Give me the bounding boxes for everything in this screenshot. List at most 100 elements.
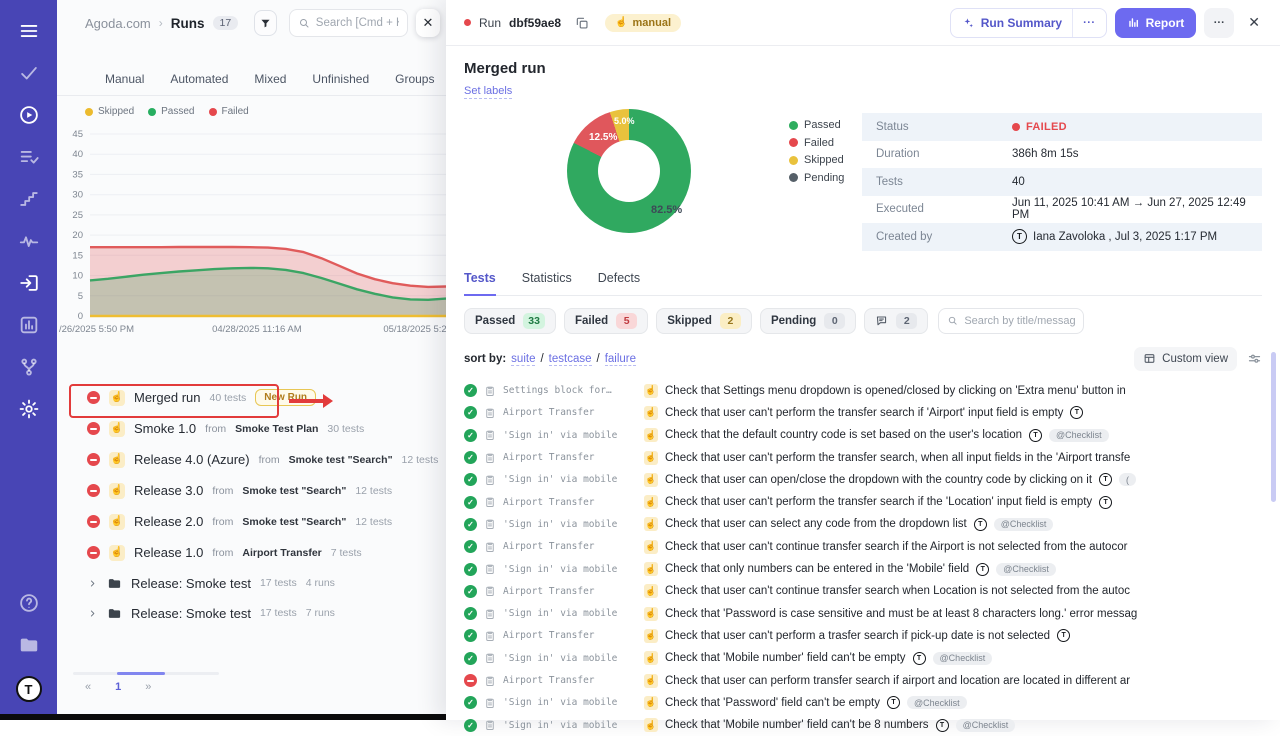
shared-steps-icon[interactable] [18,146,40,168]
manual-badge: ☝ manual [605,14,681,32]
settings-icon[interactable] [18,398,40,420]
page-current[interactable]: 1 [115,681,121,693]
tab-statistics[interactable]: Statistics [522,271,572,295]
horizontal-scrollbar[interactable] [73,672,219,675]
test-row[interactable]: ✓'Sign in' via mobile☝Check that 'Mobile… [464,714,1262,736]
run-group-row[interactable]: Release: Smoke test17 tests7 runs [57,598,446,628]
sort-link-suite[interactable]: suite [511,353,535,366]
breadcrumb-separator: › [159,16,163,30]
run-row[interactable]: ☝Release 1.0fromAirport Transfer7 tests [57,537,446,568]
user-avatar[interactable]: T [16,676,42,702]
test-row[interactable]: ✓Airport Transfer☝Check that user can't … [464,446,1262,468]
test-row[interactable]: ✓'Sign in' via mobile☝Check that 'Passwo… [464,692,1262,714]
runs-icon[interactable] [18,104,40,126]
run-row[interactable]: ☝Merged run40 testsNew Run [57,382,446,413]
x-label-end: 05/18/2025 5:22 [383,324,446,335]
test-title: Check that user can't perform a trasfer … [665,630,1050,642]
copy-icon[interactable] [575,16,589,30]
test-row[interactable]: ✓Airport Transfer☝Check that user can't … [464,536,1262,558]
test-row[interactable]: ✓Settings block for…☝Check that Settings… [464,380,1262,402]
tab-defects[interactable]: Defects [598,271,640,295]
report-button[interactable]: Report [1115,8,1197,38]
tests-search-box[interactable] [938,308,1084,334]
test-row[interactable]: ✓'Sign in' via mobile☝Check that only nu… [464,558,1262,580]
filter-button[interactable] [254,10,277,36]
test-status-failed-icon [464,674,477,687]
runs-tab-mixed[interactable]: Mixed [254,72,286,88]
testcase-icon [484,496,496,508]
svg-text:30: 30 [72,190,83,201]
testcases-icon[interactable] [18,62,40,84]
menu-icon[interactable] [18,20,40,42]
runs-tab-unfinished[interactable]: Unfinished [312,72,369,88]
chevron-right-icon[interactable] [87,578,98,589]
run-group-row[interactable]: Release: Smoke test17 tests4 runs [57,568,446,598]
custom-view-icon [1143,352,1156,365]
run-row[interactable]: ☝Release 2.0fromSmoke test "Search"12 te… [57,506,446,537]
failed-status-icon [87,391,100,404]
test-row[interactable]: ✓'Sign in' via mobile☝Check that 'Passwo… [464,602,1262,624]
assignee-avatar: T [913,652,926,665]
view-settings-icon[interactable] [1247,351,1262,366]
activity-icon[interactable] [18,230,40,252]
projects-icon[interactable] [18,634,40,656]
reports-icon[interactable] [18,314,40,336]
help-icon[interactable] [18,592,40,614]
run-row[interactable]: ☝Release 4.0 (Azure)fromSmoke test "Sear… [57,444,446,475]
breadcrumb-page[interactable]: Runs [171,16,205,31]
breadcrumb-project[interactable]: Agoda.com [85,16,151,31]
close-run-panel-button[interactable]: ✕ [1242,14,1266,31]
run-row[interactable]: ☝Smoke 1.0fromSmoke Test Plan30 tests [57,413,446,444]
test-row[interactable]: ✓'Sign in' via mobile☝Check that 'Mobile… [464,647,1262,669]
vertical-scrollbar-thumb[interactable] [1271,352,1276,502]
set-labels-link[interactable]: Set labels [464,85,512,99]
page-prev[interactable]: « [85,681,91,693]
test-row[interactable]: ✓Airport Transfer☝Check that user can't … [464,580,1262,602]
assignee-avatar: T [1057,629,1070,642]
tests-search-input[interactable] [964,315,1075,327]
more-actions-button[interactable]: ··· [1204,8,1234,38]
manual-test-icon: ☝ [644,384,658,398]
scrollbar-thumb[interactable] [117,672,165,675]
group-runs-count: 4 runs [306,577,335,589]
test-status-passed-icon: ✓ [464,629,477,642]
run-summary-more-button[interactable]: ··· [1073,9,1106,37]
test-row[interactable]: ✓'Sign in' via mobile☝Check that the def… [464,424,1262,446]
test-title: Check that user can't perform the transf… [665,496,1092,508]
run-summary-button[interactable]: Run Summary [951,9,1073,37]
runs-search-box[interactable] [289,9,408,37]
sort-link-failure[interactable]: failure [605,353,636,366]
test-status-passed-icon: ✓ [464,406,477,419]
milestones-icon[interactable] [18,188,40,210]
test-row[interactable]: ✓Airport Transfer☝Check that user can't … [464,402,1262,424]
comments-filter-chip[interactable]: 2 [864,308,928,334]
testcase-icon [484,608,496,620]
test-tag: ( [1119,473,1136,486]
test-row[interactable]: ✓Airport Transfer☝Check that user can't … [464,491,1262,513]
runs-tab-automated[interactable]: Automated [170,72,228,88]
filter-chip-failed[interactable]: Failed5 [564,308,648,334]
filter-chip-skipped[interactable]: Skipped2 [656,308,752,334]
test-suite: 'Sign in' via mobile [503,564,637,575]
runs-tab-groups[interactable]: Groups [395,72,434,88]
custom-view-button[interactable]: Custom view [1134,347,1237,371]
sort-link-testcase[interactable]: testcase [549,353,592,366]
test-row[interactable]: ✓Airport Transfer☝Check that user can't … [464,625,1262,647]
filter-chip-passed[interactable]: Passed33 [464,308,556,334]
chevron-right-icon[interactable] [87,608,98,619]
integrations-icon[interactable] [18,356,40,378]
filter-chip-pending[interactable]: Pending0 [760,308,856,334]
tab-tests[interactable]: Tests [464,271,496,296]
status-dot [1012,123,1020,131]
import-icon[interactable] [18,272,40,294]
manual-run-icon: ☝ [109,421,125,437]
detail-row-executed: ExecutedJun 11, 2025 10:41 AM → Jun 27, … [862,196,1262,224]
run-row[interactable]: ☝Release 3.0fromSmoke test "Search"12 te… [57,475,446,506]
test-row[interactable]: Airport Transfer☝Check that user can per… [464,669,1262,691]
page-next[interactable]: » [145,681,151,693]
runs-tab-manual[interactable]: Manual [105,72,144,88]
panel-close-button[interactable]: ✕ [416,9,440,37]
test-row[interactable]: ✓'Sign in' via mobile☝Check that user ca… [464,513,1262,535]
runs-search-input[interactable] [316,17,399,29]
test-row[interactable]: ✓'Sign in' via mobile☝Check that user ca… [464,469,1262,491]
